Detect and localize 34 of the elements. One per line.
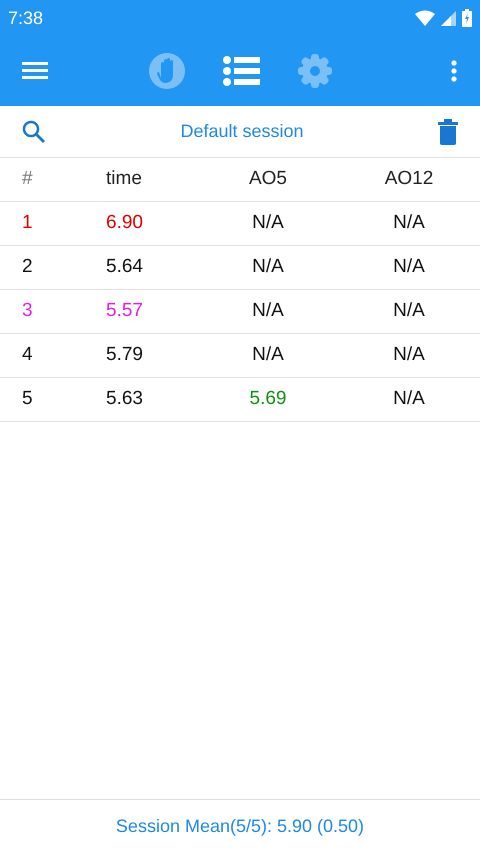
table-cell-text: N/A [392,299,426,324]
more-options-icon[interactable] [450,59,458,83]
table-cell-text: 6.90 [105,211,144,236]
table-cell-text: 4 [21,343,34,368]
table-cell-text: 5.69 [248,387,288,412]
table-cell-text: 5.63 [105,387,144,412]
column-header: # [21,167,34,192]
search-icon[interactable] [22,120,46,144]
column-header: AO12 [384,167,434,192]
table-cell-text: N/A [392,343,426,368]
status-time: 7:38 [8,6,44,30]
session-title[interactable]: Default session [46,118,438,145]
session-summary: Session Mean(5/5): 5.90 (0.50) [116,815,364,838]
table-cell-text: N/A [392,255,426,280]
signal-icon [441,10,456,26]
table-cell-text: N/A [251,299,285,324]
trash-icon[interactable] [438,118,458,144]
table-cell-text: 1 [21,211,34,236]
table-cell-text: N/A [251,255,285,280]
table-cell-text: 5.57 [105,299,144,324]
table-cell-text: N/A [392,211,426,236]
table-cell-text: 3 [21,299,34,324]
table-cell-text: N/A [392,387,426,412]
table-cell-text: 5 [21,387,34,412]
table-cell-text: 5.64 [105,255,144,280]
column-header: AO5 [248,167,288,192]
column-header: time [105,167,143,192]
table-cell-text: 2 [21,255,34,280]
battery-icon [462,9,472,27]
table-cell-text: N/A [251,211,285,236]
table-cell-text: 5.79 [105,343,144,368]
table-cell-text: N/A [251,343,285,368]
menu-icon[interactable] [22,60,50,82]
wifi-icon [415,10,435,26]
